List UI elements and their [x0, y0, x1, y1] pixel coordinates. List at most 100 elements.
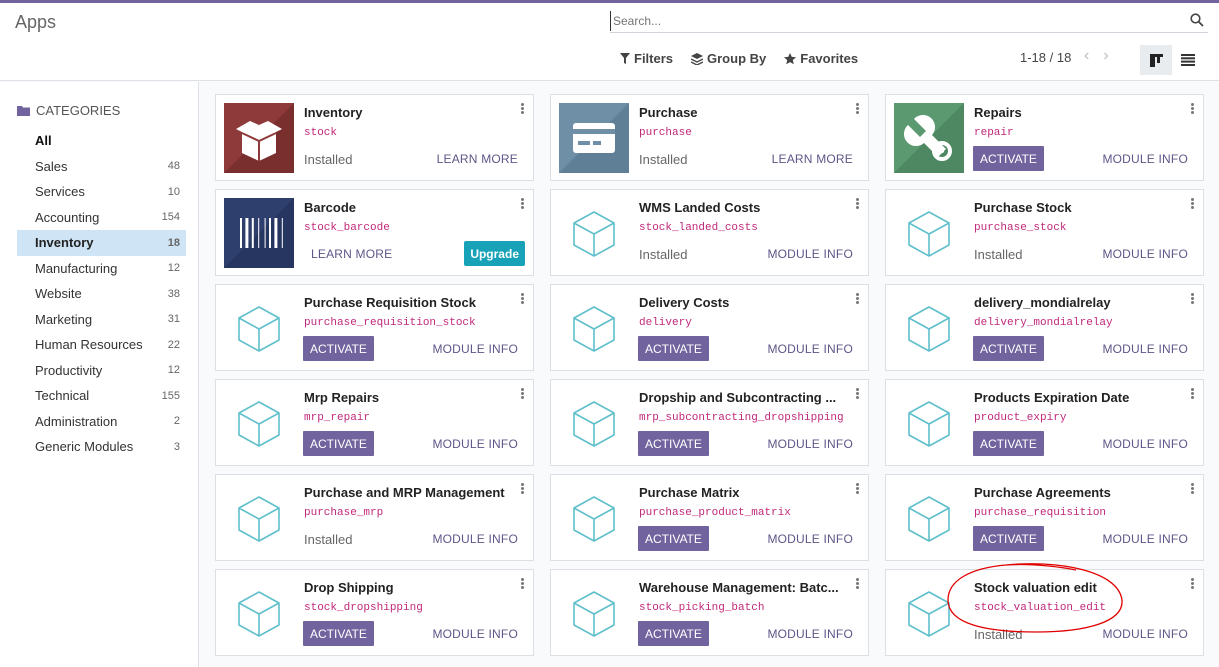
- module-info-link[interactable]: MODULE INFO: [1102, 437, 1188, 451]
- app-card-stock-valuation-edit[interactable]: Stock valuation edit stock_valuation_edit…: [885, 569, 1204, 656]
- kebab-menu-icon[interactable]: [856, 483, 860, 495]
- module-info-link[interactable]: MODULE INFO: [767, 247, 853, 261]
- app-card-stock-picking-batch[interactable]: Warehouse Management: Batc... stock_picki…: [550, 569, 869, 656]
- app-technical-name: purchase_requisition: [974, 507, 1107, 519]
- module-cube-icon: [559, 388, 629, 458]
- module-info-link[interactable]: MODULE INFO: [767, 342, 853, 356]
- learn-more-link[interactable]: LEARN MORE: [437, 152, 518, 166]
- pager-next-icon[interactable]: ›: [1103, 47, 1108, 65]
- installed-status: Installed: [974, 627, 1023, 642]
- category-label: Productivity: [35, 362, 103, 378]
- module-cube-icon: [559, 293, 629, 363]
- kebab-menu-icon[interactable]: [856, 578, 860, 590]
- pager-previous-icon[interactable]: ‹: [1084, 47, 1089, 65]
- category-item-website[interactable]: Website 38: [17, 281, 186, 307]
- activate-button[interactable]: ACTIVATE: [638, 621, 709, 646]
- activate-button[interactable]: ACTIVATE: [303, 336, 374, 361]
- kebab-menu-icon[interactable]: [521, 483, 525, 495]
- filters-dropdown[interactable]: Filters: [620, 51, 673, 66]
- kebab-menu-icon[interactable]: [521, 388, 525, 400]
- app-card-purchase-requisition-stock[interactable]: Purchase Requisition Stock purchase_requi…: [215, 284, 534, 371]
- module-info-link[interactable]: MODULE INFO: [432, 437, 518, 451]
- category-label: Inventory: [35, 235, 94, 251]
- kebab-menu-icon[interactable]: [856, 293, 860, 305]
- kebab-menu-icon[interactable]: [1191, 103, 1195, 115]
- category-item-all[interactable]: All: [17, 128, 186, 154]
- activate-button[interactable]: ACTIVATE: [973, 336, 1044, 361]
- category-item-human-resources[interactable]: Human Resources 22: [17, 332, 186, 358]
- category-item-sales[interactable]: Sales 48: [17, 154, 186, 180]
- module-info-link[interactable]: MODULE INFO: [1102, 247, 1188, 261]
- activate-button[interactable]: ACTIVATE: [638, 526, 709, 551]
- groupby-dropdown[interactable]: Group By: [691, 51, 766, 66]
- app-card-delivery[interactable]: Delivery Costs delivery ACTIVATE MODULE INF…: [550, 284, 869, 371]
- app-technical-name: stock_landed_costs: [639, 222, 758, 234]
- learn-more-link[interactable]: LEARN MORE: [311, 247, 392, 261]
- module-info-link[interactable]: MODULE INFO: [767, 437, 853, 451]
- pager-value[interactable]: 1-18 / 18: [1020, 50, 1071, 65]
- app-card-purchase-stock[interactable]: Purchase Stock purchase_stock Installed MOD…: [885, 189, 1204, 276]
- app-card-stock-dropshipping[interactable]: Drop Shipping stock_dropshipping ACTIVATE M…: [215, 569, 534, 656]
- category-item-manufacturing[interactable]: Manufacturing 12: [17, 256, 186, 282]
- module-info-link[interactable]: MODULE INFO: [1102, 152, 1188, 166]
- app-name: WMS Landed Costs: [639, 200, 761, 215]
- kebab-menu-icon[interactable]: [1191, 483, 1195, 495]
- kebab-menu-icon[interactable]: [856, 388, 860, 400]
- app-card-purchase-requisition[interactable]: Purchase Agreements purchase_requisition A…: [885, 474, 1204, 561]
- app-card-purchase[interactable]: Purchase purchase Installed LEARN MORE: [550, 94, 869, 181]
- app-technical-name: purchase_product_matrix: [639, 507, 791, 519]
- upgrade-button[interactable]: Upgrade: [464, 241, 525, 266]
- app-card-repair[interactable]: Repairs repair ACTIVATE MODULE INFO: [885, 94, 1204, 181]
- app-card-mrp-repair[interactable]: Mrp Repairs mrp_repair ACTIVATE MODULE INFO: [215, 379, 534, 466]
- category-item-generic-modules[interactable]: Generic Modules 3: [17, 434, 186, 460]
- kebab-menu-icon[interactable]: [1191, 198, 1195, 210]
- kebab-menu-icon[interactable]: [1191, 388, 1195, 400]
- app-card-stock-landed-costs[interactable]: WMS Landed Costs stock_landed_costs Instal…: [550, 189, 869, 276]
- module-info-link[interactable]: MODULE INFO: [767, 532, 853, 546]
- learn-more-link[interactable]: LEARN MORE: [772, 152, 853, 166]
- category-item-productivity[interactable]: Productivity 12: [17, 358, 186, 384]
- activate-button[interactable]: ACTIVATE: [303, 621, 374, 646]
- kebab-menu-icon[interactable]: [856, 198, 860, 210]
- module-info-link[interactable]: MODULE INFO: [432, 342, 518, 356]
- search-input[interactable]: [610, 11, 1170, 31]
- category-item-technical[interactable]: Technical 155: [17, 383, 186, 409]
- module-info-link[interactable]: MODULE INFO: [1102, 532, 1188, 546]
- filters-label: Filters: [634, 51, 674, 66]
- category-item-services[interactable]: Services 10: [17, 179, 186, 205]
- kebab-menu-icon[interactable]: [856, 103, 860, 115]
- app-card-product-expiry[interactable]: Products Expiration Date product_expiry AC…: [885, 379, 1204, 466]
- inventory-icon: [224, 103, 294, 173]
- kebab-menu-icon[interactable]: [521, 578, 525, 590]
- activate-button[interactable]: ACTIVATE: [638, 336, 709, 361]
- search-icon[interactable]: [1190, 13, 1204, 27]
- app-card-stock[interactable]: Inventory stock Installed LEARN MORE: [215, 94, 534, 181]
- favorites-dropdown[interactable]: Favorites: [784, 51, 858, 66]
- module-info-link[interactable]: MODULE INFO: [1102, 342, 1188, 356]
- activate-button[interactable]: ACTIVATE: [973, 146, 1044, 171]
- activate-button[interactable]: ACTIVATE: [638, 431, 709, 456]
- category-item-administration[interactable]: Administration 2: [17, 409, 186, 435]
- module-info-link[interactable]: MODULE INFO: [432, 532, 518, 546]
- list-view-button[interactable]: [1176, 45, 1200, 75]
- module-info-link[interactable]: MODULE INFO: [1102, 627, 1188, 641]
- app-card-purchase-product-matrix[interactable]: Purchase Matrix purchase_product_matrix AC…: [550, 474, 869, 561]
- category-item-inventory[interactable]: Inventory 18: [17, 230, 186, 256]
- activate-button[interactable]: ACTIVATE: [973, 526, 1044, 551]
- app-card-stock-barcode[interactable]: Barcode stock_barcode Upgrade LEARN MORE: [215, 189, 534, 276]
- kebab-menu-icon[interactable]: [521, 293, 525, 305]
- activate-button[interactable]: ACTIVATE: [303, 431, 374, 456]
- app-card-mrp-subcontracting-dropshipping[interactable]: Dropship and Subcontracting ... mrp_subco…: [550, 379, 869, 466]
- kebab-menu-icon[interactable]: [521, 198, 525, 210]
- app-card-delivery-mondialrelay[interactable]: delivery_mondialrelay delivery_mondialrel…: [885, 284, 1204, 371]
- category-item-accounting[interactable]: Accounting 154: [17, 205, 186, 231]
- kebab-menu-icon[interactable]: [1191, 578, 1195, 590]
- module-info-link[interactable]: MODULE INFO: [767, 627, 853, 641]
- module-info-link[interactable]: MODULE INFO: [432, 627, 518, 641]
- app-card-purchase-mrp[interactable]: Purchase and MRP Management purchase_mrp I…: [215, 474, 534, 561]
- kebab-menu-icon[interactable]: [521, 103, 525, 115]
- kebab-menu-icon[interactable]: [1191, 293, 1195, 305]
- kanban-view-button[interactable]: [1140, 45, 1172, 75]
- activate-button[interactable]: ACTIVATE: [973, 431, 1044, 456]
- category-item-marketing[interactable]: Marketing 31: [17, 307, 186, 333]
